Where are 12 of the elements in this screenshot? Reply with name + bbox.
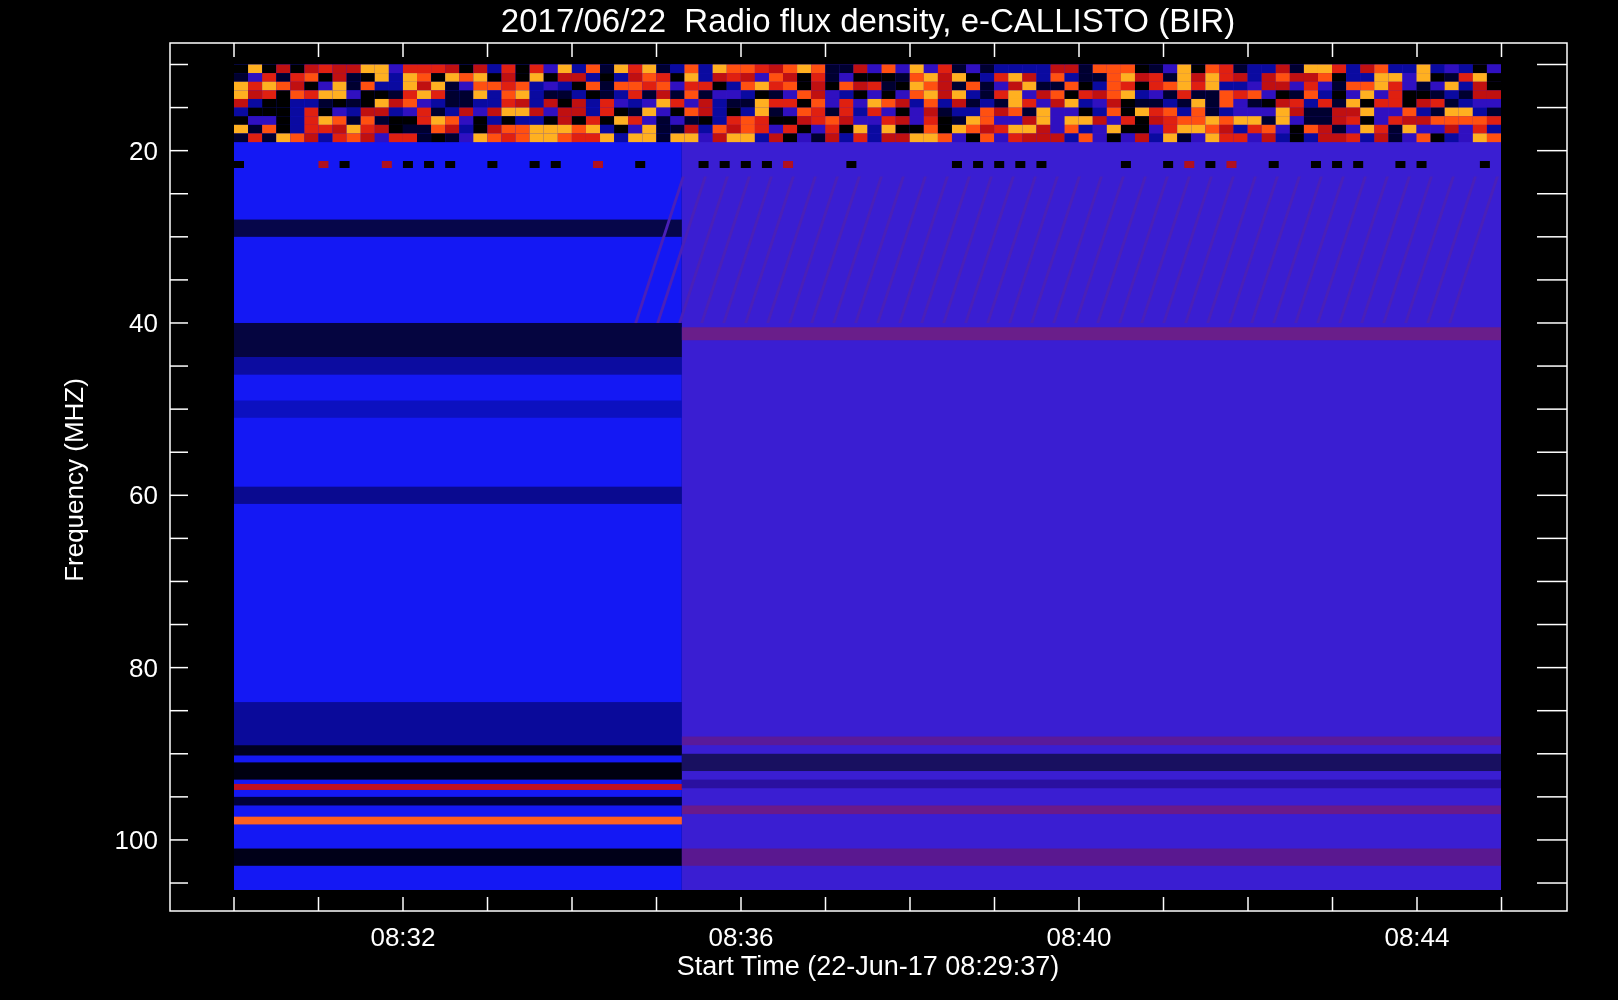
y-tick-label: 20 [129, 135, 158, 166]
y-tick-label: 80 [129, 652, 158, 683]
x-axis-label: Start Time (22-Jun-17 08:29:37) [676, 951, 1060, 981]
y-tick-label: 40 [129, 308, 158, 338]
x-tick-label: 08:44 [1384, 922, 1450, 952]
x-tick-label: 08:36 [708, 922, 774, 952]
y-tick-label: 60 [129, 480, 158, 511]
y-axis-label: Frequency (MHZ) [59, 378, 89, 582]
y-tick-label: 100 [114, 824, 158, 855]
chart-title: 2017/06/22 Radio flux density, e-CALLISTO (BIR) [500, 2, 1236, 39]
x-tick-label: 08:32 [370, 922, 436, 952]
x-tick-label: 08:40 [1046, 922, 1112, 952]
